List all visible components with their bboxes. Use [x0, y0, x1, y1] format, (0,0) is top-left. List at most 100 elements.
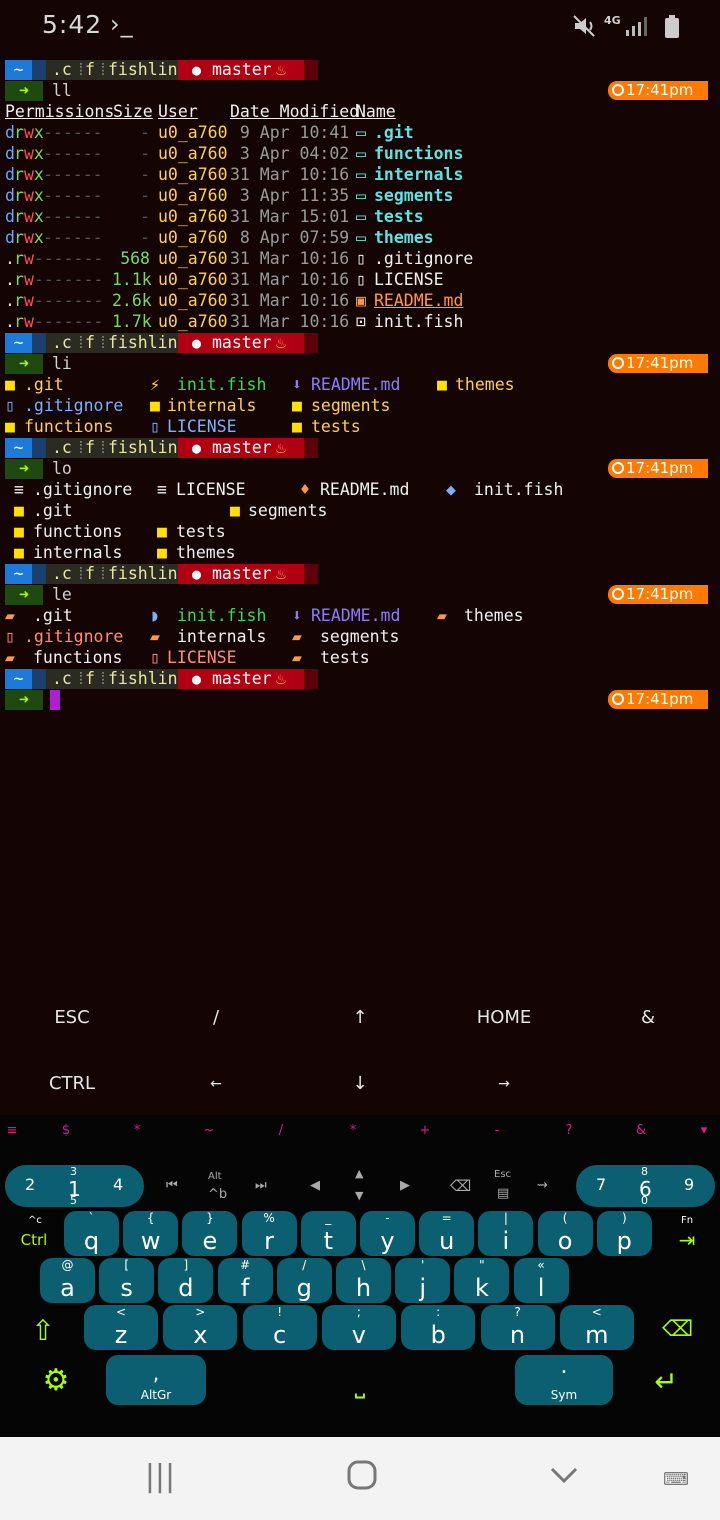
- key-e[interactable]: } e: [182, 1211, 238, 1256]
- num-key-4[interactable]: 4: [113, 1175, 123, 1194]
- ctrl-key[interactable]: CTRL: [0, 1051, 144, 1117]
- recent-apps-icon[interactable]: |||: [140, 1459, 180, 1499]
- col-size: Size: [113, 102, 153, 121]
- altgr-key[interactable]: , AltGr: [106, 1355, 206, 1405]
- tab-icon[interactable]: ⇝: [537, 1178, 548, 1193]
- key-d[interactable]: ] d: [158, 1258, 214, 1303]
- num-key-8[interactable]: 8: [641, 1165, 648, 1178]
- ctrl-c-label[interactable]: ^c: [20, 1215, 50, 1226]
- key-label: r: [264, 1227, 275, 1255]
- key-j[interactable]: ' j: [395, 1258, 451, 1303]
- skip-forward-icon[interactable]: ⏭: [255, 1178, 267, 1193]
- key-n[interactable]: ? n: [480, 1305, 555, 1350]
- right-arrow-key[interactable]: →: [432, 1051, 576, 1117]
- cursor-left-icon[interactable]: ◀: [310, 1178, 320, 1193]
- ampersand-key[interactable]: &: [576, 985, 720, 1051]
- key-m[interactable]: < m: [559, 1305, 634, 1350]
- alt-label[interactable]: Alt: [208, 1171, 222, 1182]
- perm-bits: rw: [14, 312, 34, 331]
- slash-key[interactable]: /: [144, 985, 288, 1051]
- esc-key[interactable]: ESC: [0, 985, 144, 1051]
- num-key-0[interactable]: 0: [641, 1194, 648, 1207]
- shift-icon[interactable]: ⇧: [28, 1314, 58, 1347]
- num-key-2[interactable]: 2: [25, 1175, 35, 1194]
- num-key-5[interactable]: 5: [70, 1194, 77, 1207]
- key-a[interactable]: @ a: [40, 1258, 95, 1303]
- soft-keyboard: ≡ $ * ~ / * + -? & ▾ 2 1 3 5 4 7 6 8 0 9 ⏮ Alt ^b…: [0, 1115, 720, 1437]
- num-key-9[interactable]: 9: [684, 1175, 694, 1194]
- symbol-key[interactable]: +: [401, 1123, 449, 1138]
- cursor-up-icon[interactable]: ▲: [355, 1167, 363, 1180]
- symbol-key[interactable]: ≡: [0, 1123, 36, 1138]
- text-cursor[interactable]: [50, 690, 60, 710]
- symbol-key[interactable]: *: [113, 1123, 161, 1138]
- terminal-output[interactable]: ~ .c ⁞ f ⁞ fishline ● master ♨ ➜ ll 17:41pm Pe…: [0, 58, 720, 978]
- key-b[interactable]: :b: [401, 1305, 476, 1350]
- key-o[interactable]: (o: [537, 1211, 593, 1256]
- key-p[interactable]: ) p: [596, 1211, 652, 1256]
- key-x[interactable]: > x: [163, 1305, 238, 1350]
- key-y[interactable]: -y: [360, 1211, 415, 1256]
- key-secondary: \: [361, 1258, 366, 1272]
- symbol-key[interactable]: ?: [545, 1123, 593, 1138]
- key-v[interactable]: ; v: [321, 1305, 396, 1350]
- key-t[interactable]: _ t: [300, 1211, 356, 1256]
- prompt-branch: ● master ♨: [178, 669, 304, 689]
- space-key[interactable]: ⎵: [340, 1369, 380, 1400]
- number-pad-right[interactable]: 7 6 8 0 9: [576, 1165, 715, 1207]
- down-arrow-key[interactable]: ↓: [288, 1051, 432, 1117]
- cursor-down-icon[interactable]: ▼: [355, 1189, 363, 1202]
- key-r[interactable]: % r: [241, 1211, 297, 1256]
- alt-b-label[interactable]: ^b: [208, 1187, 227, 1202]
- backspace-icon[interactable]: ⌫: [662, 1317, 693, 1342]
- symbol-key[interactable]: ▾: [680, 1123, 720, 1138]
- back-icon[interactable]: [544, 1459, 584, 1499]
- clipboard-icon[interactable]: ▤: [497, 1186, 509, 1201]
- key-q[interactable]: ` q: [64, 1211, 119, 1256]
- key-k[interactable]: " k: [454, 1258, 510, 1303]
- fn-label[interactable]: Fn: [672, 1215, 702, 1226]
- perm-rest: -------: [33, 270, 104, 289]
- key-label: w: [140, 1227, 161, 1255]
- key-l[interactable]: «l: [513, 1258, 569, 1303]
- command-line[interactable]: ➜ 17:41pm: [0, 689, 720, 710]
- keyboard-switch-icon[interactable]: ⌨: [656, 1469, 696, 1509]
- lo-item: themes: [176, 543, 236, 562]
- esc-label[interactable]: Esc: [494, 1169, 511, 1180]
- symbol-key[interactable]: $: [42, 1123, 90, 1138]
- home-key[interactable]: HOME: [432, 985, 576, 1051]
- key-u[interactable]: = u: [419, 1211, 475, 1256]
- key-label: t: [323, 1227, 333, 1255]
- key-w[interactable]: {w: [123, 1211, 179, 1256]
- num-key-3[interactable]: 3: [70, 1165, 77, 1178]
- enter-icon[interactable]: ↵: [646, 1365, 686, 1398]
- skip-back-icon[interactable]: ⏮: [166, 1178, 178, 1193]
- symbol-key[interactable]: *: [329, 1123, 377, 1138]
- key-f[interactable]: # f: [217, 1258, 273, 1303]
- sym-key[interactable]: . Sym: [515, 1355, 613, 1405]
- home-icon[interactable]: [342, 1459, 382, 1499]
- settings-gear-icon[interactable]: ⚙: [36, 1363, 76, 1398]
- number-pad-left[interactable]: 2 1 3 5 4: [5, 1165, 144, 1207]
- li-row: ▯ .gitignore ■ internals ■ segments: [0, 395, 720, 416]
- file-name: .gitignore: [374, 249, 474, 268]
- num-key-7[interactable]: 7: [596, 1175, 606, 1194]
- symbol-key[interactable]: &: [617, 1123, 665, 1138]
- ctrl-modifier[interactable]: Ctrl: [14, 1231, 54, 1249]
- delete-word-icon[interactable]: ⌫: [450, 1177, 471, 1195]
- key-c[interactable]: ! c: [242, 1305, 317, 1350]
- up-arrow-key[interactable]: ↑: [288, 985, 432, 1051]
- symbol-key[interactable]: /: [257, 1123, 305, 1138]
- cursor-right-icon[interactable]: ▶: [400, 1178, 410, 1193]
- left-arrow-key[interactable]: ←: [144, 1051, 288, 1117]
- key-h[interactable]: \ h: [336, 1258, 391, 1303]
- key-s[interactable]: [s: [99, 1258, 155, 1303]
- symbol-key[interactable]: ~: [185, 1123, 233, 1138]
- tab-key-icon[interactable]: ⇥: [674, 1228, 700, 1252]
- key-i[interactable]: | i: [478, 1211, 534, 1256]
- key-z[interactable]: < z: [84, 1305, 158, 1350]
- command-text: lo: [52, 459, 72, 478]
- symbol-key[interactable]: -: [473, 1123, 521, 1138]
- prompt-separator: [32, 438, 46, 458]
- key-g[interactable]: / g: [276, 1258, 332, 1303]
